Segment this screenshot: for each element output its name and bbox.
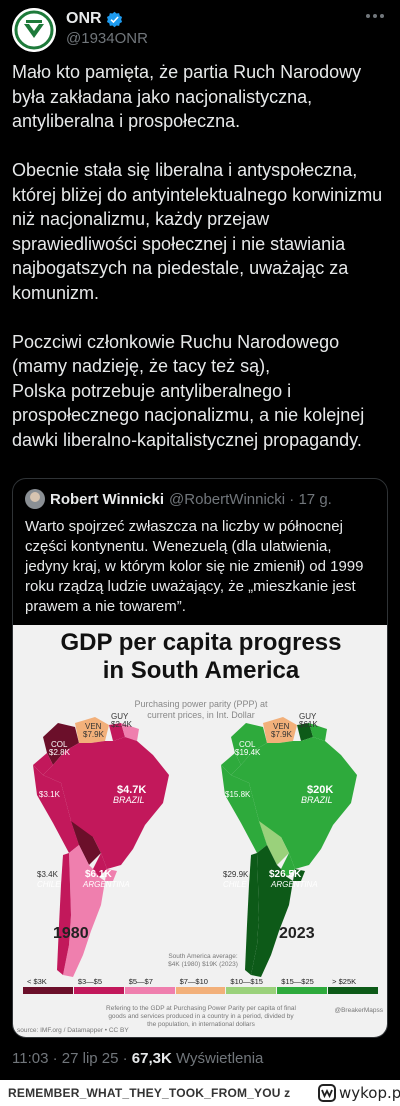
legend-swatch xyxy=(328,987,378,994)
footer-username[interactable]: REMEMBER_WHAT_THEY_TOOK_FROM_YOU z xyxy=(8,1086,290,1100)
label-col-val-2023: $19.4K xyxy=(235,748,261,757)
label-chile-2023: CHILE xyxy=(223,880,247,889)
legend-swatch xyxy=(124,987,175,994)
legend-label: $15—$25 xyxy=(281,977,314,986)
label-arg-val-1980: $6.1K xyxy=(85,869,112,880)
legend-label: $10—$15 xyxy=(230,977,263,986)
south-america-average: South America average: $4K (1980) $19K (… xyxy=(168,953,238,968)
author-handle[interactable]: @1934ONR xyxy=(66,30,148,47)
legend-label: < $3K xyxy=(27,977,47,986)
tweet-timestamp[interactable]: 11:03 · 27 lip 25 · 67,3K Wyświetlenia xyxy=(12,1050,263,1067)
legend-label: $5—$7 xyxy=(128,977,153,986)
quote-author-meta: @RobertWinnicki · 17 g. xyxy=(169,490,332,508)
author-name[interactable]: ONR xyxy=(66,10,102,28)
label-guy-val-2023: $61K xyxy=(299,720,318,729)
year-label-1980: 1980 xyxy=(53,925,89,942)
label-brazil-1980: BRAZIL xyxy=(113,795,145,805)
more-options-icon[interactable] xyxy=(366,14,384,18)
quote-author-name: Robert Winnicki xyxy=(50,490,165,508)
legend-swatch xyxy=(175,987,226,994)
quote-text: Warto spojrzeć zwłaszcza na liczby w pół… xyxy=(25,518,364,615)
verified-badge-icon xyxy=(106,11,122,27)
onr-logo-icon xyxy=(12,8,56,52)
infographic-credit: @BreakerMapss xyxy=(334,1007,383,1014)
wykop-logo-icon xyxy=(318,1084,336,1102)
label-argentina-2023: ARGENTINA xyxy=(270,880,318,889)
legend-label: $3—$5 xyxy=(77,977,103,986)
label-chile-val-1980: $3.4K xyxy=(37,870,59,879)
views-count: 67,3K xyxy=(131,1050,172,1067)
label-arg-val-2023: $26.5K xyxy=(269,869,302,880)
wykop-logo[interactable]: wykop.pl xyxy=(318,1084,400,1102)
label-peru-val-1980: $3.1K xyxy=(39,790,61,799)
label-ven-val-1980: $7.9K xyxy=(83,730,105,739)
label-ven-val-2023: $7.9K xyxy=(271,730,293,739)
label-argentina-1980: ARGENTINA xyxy=(82,880,130,889)
legend-swatch xyxy=(277,987,328,994)
quote-avatar[interactable] xyxy=(25,489,45,509)
avatar[interactable] xyxy=(12,8,56,52)
label-peru-val-2023: $15.8K xyxy=(225,790,251,799)
label-chile-val-2023: $29.9K xyxy=(223,870,249,879)
legend-label: $7—$10 xyxy=(179,977,208,986)
wykop-footer: REMEMBER_WHAT_THEY_TOOK_FROM_YOU z wykop… xyxy=(0,1080,400,1106)
legend-swatch xyxy=(226,987,277,994)
infographic-source: source: IMF.org / Datamapper • CC BY xyxy=(17,1027,129,1034)
label-guy-val-1980: $2.4K xyxy=(111,720,133,729)
legend-swatch xyxy=(23,987,73,994)
views-label: Wyświetlenia xyxy=(171,1050,264,1067)
tweet-text: Mało kto pamięta, że partia Ruch Narodow… xyxy=(12,62,383,450)
year-label-2023: 2023 xyxy=(279,925,315,942)
gdp-map-infographic[interactable]: GDP per capita progress in South America… xyxy=(13,625,387,1037)
label-brazil-2023: BRAZIL xyxy=(301,795,333,805)
label-chile-1980: CHILE xyxy=(37,880,61,889)
quoted-tweet[interactable]: Robert Winnicki @RobertWinnicki · 17 g. … xyxy=(12,478,388,1038)
label-col-val-1980: $2.8K xyxy=(49,748,71,757)
legend-label: > $25K xyxy=(332,977,357,986)
tweet: ONR @1934ONR Mało kto pamięta, że partia… xyxy=(0,0,400,1080)
tweet-header: ONR @1934ONR xyxy=(12,8,388,52)
legend-swatch xyxy=(73,987,124,994)
